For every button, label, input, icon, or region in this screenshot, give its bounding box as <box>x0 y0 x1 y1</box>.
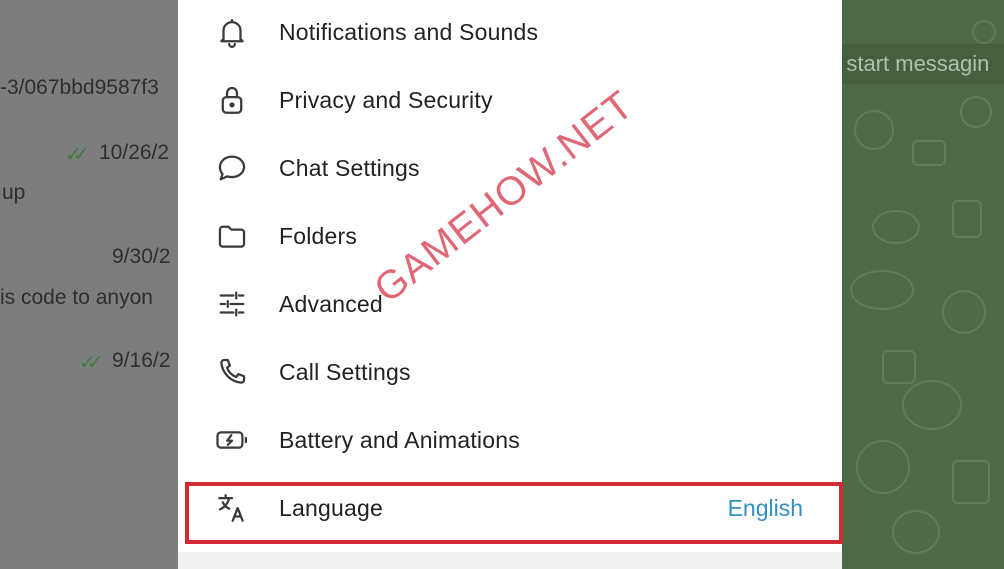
menu-item-notifications[interactable]: Notifications and Sounds <box>178 0 842 66</box>
language-highlight-box <box>185 482 843 544</box>
chat-list-background: -3/067bbd9587f3 ✓✓ 10/26/2 up 9/30/2 is … <box>0 0 178 569</box>
menu-item-label: Battery and Animations <box>279 426 520 453</box>
menu-item-battery[interactable]: Battery and Animations <box>178 406 842 474</box>
folder-icon <box>212 216 252 256</box>
battery-icon <box>212 420 252 460</box>
wallpaper-doodle <box>972 20 996 44</box>
bell-icon <box>212 12 252 52</box>
menu-item-label: Call Settings <box>279 358 411 385</box>
wallpaper-doodle <box>892 510 940 554</box>
menu-item-label: Chat Settings <box>279 154 420 181</box>
chat-date: 10/26/2 <box>99 141 170 164</box>
wallpaper-doodle <box>952 200 982 238</box>
menu-item-label: Notifications and Sounds <box>279 18 539 45</box>
wallpaper-doodle <box>952 460 990 504</box>
chat-preview-fragment[interactable]: up <box>2 181 25 205</box>
wallpaper-doodle <box>854 110 894 150</box>
menu-item-call-settings[interactable]: Call Settings <box>178 338 842 406</box>
menu-item-privacy[interactable]: Privacy and Security <box>178 66 842 134</box>
menu-item-label: Folders <box>279 222 358 249</box>
wallpaper-doodle <box>942 290 986 334</box>
chat-wallpaper <box>842 0 1004 569</box>
chat-date: 9/30/2 <box>112 245 171 268</box>
start-messaging-text: o start messagin <box>828 51 990 76</box>
chat-bubble-icon <box>212 148 252 188</box>
wallpaper-doodle <box>912 140 946 166</box>
lock-icon <box>212 80 252 120</box>
wallpaper-doodle <box>902 380 962 430</box>
wallpaper-doodle <box>882 350 916 384</box>
menu-item-advanced[interactable]: Advanced <box>178 270 842 338</box>
wallpaper-doodle <box>960 96 992 128</box>
double-check-icon: ✓✓ <box>79 352 103 374</box>
sliders-icon <box>212 284 252 324</box>
panel-footer-divider <box>178 552 842 569</box>
menu-item-label: Advanced <box>279 290 383 317</box>
wallpaper-doodle <box>856 440 910 494</box>
chat-preview-fragment[interactable]: -3/067bbd9587f3 <box>0 76 159 100</box>
chat-date: 9/16/2 <box>112 349 171 372</box>
chat-preview-fragment[interactable]: is code to anyon <box>0 286 153 310</box>
wallpaper-doodle <box>850 270 914 310</box>
double-check-icon: ✓✓ <box>65 144 89 166</box>
wallpaper-doodle <box>872 210 920 244</box>
phone-icon <box>212 352 252 392</box>
menu-item-label: Privacy and Security <box>279 86 493 113</box>
